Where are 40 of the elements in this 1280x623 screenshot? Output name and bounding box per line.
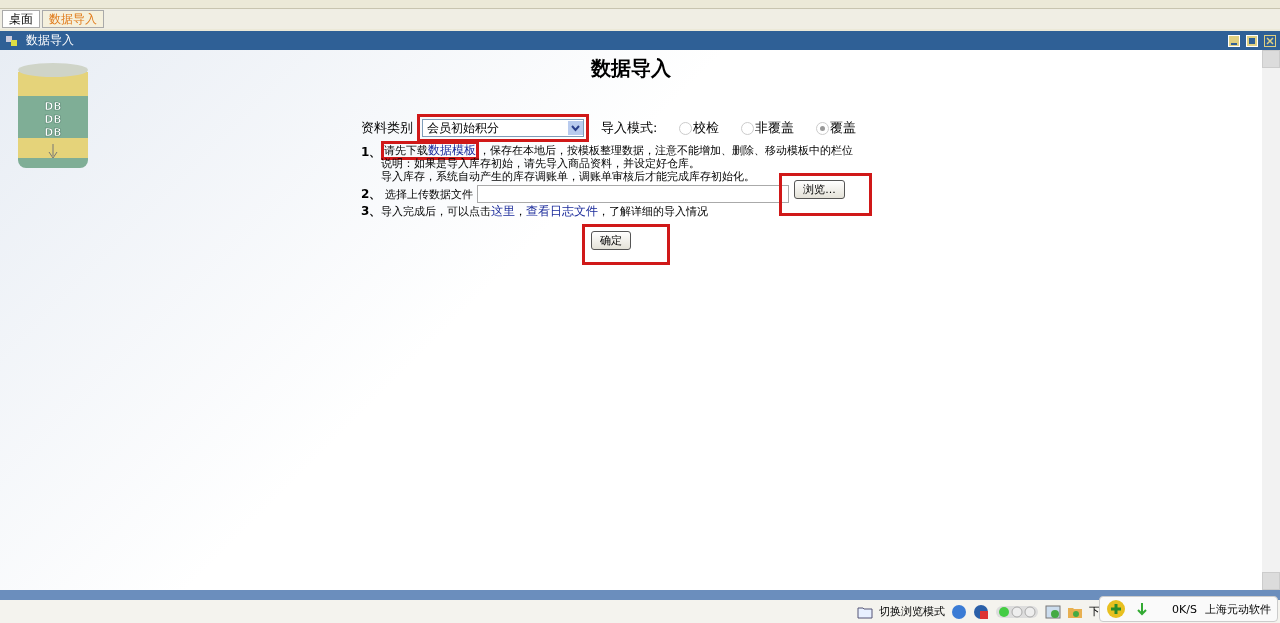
mode-radio[interactable]: 非覆盖 (741, 119, 795, 137)
status-text: 下 (1089, 604, 1100, 619)
category-label: 资料类别 (361, 119, 413, 137)
confirm-button[interactable]: 确定 (591, 231, 631, 250)
close-icon[interactable] (1264, 34, 1276, 47)
minimize-icon[interactable] (1228, 34, 1240, 47)
window-icon[interactable] (1045, 603, 1061, 620)
log-file-link[interactable]: 查看日志文件 (526, 203, 599, 220)
mode-radio[interactable]: 覆盖 (816, 119, 857, 137)
radio-button[interactable] (741, 121, 755, 135)
mode-radio[interactable]: 校检 (679, 119, 720, 137)
browse-mode-text[interactable]: 切换浏览模式 (879, 604, 945, 619)
caret-icon (568, 121, 583, 135)
category-select[interactable]: 会员初始积分 (422, 119, 584, 137)
instruction-text: 请先下载 (384, 144, 429, 157)
window-title: 数据导入 (26, 32, 75, 49)
template-link[interactable]: 数据模板 (428, 144, 477, 157)
here-link[interactable]: 这里 (491, 203, 516, 220)
mode-label: 导入模式: (601, 119, 658, 137)
company-text: 上海元动软件 (1205, 601, 1271, 617)
toggle-icon[interactable] (995, 603, 1039, 620)
separator-text: ， (515, 204, 527, 219)
browse-button[interactable]: 浏览... (794, 179, 845, 199)
radio-button[interactable] (679, 121, 693, 135)
plus-icon[interactable] (1106, 599, 1127, 619)
instruction-text: ，了解详细的导入情况 (598, 204, 709, 219)
maximize-icon[interactable] (1246, 34, 1258, 47)
page-heading: 数据导入 (591, 55, 671, 82)
speed-text: 0K/S (1172, 602, 1197, 616)
instruction-text: ，保存在本地后，按模板整理数据，注意不能增加、删除、移动模板中的栏位 (479, 144, 854, 157)
instruction-text: 导入完成后，可以点击 (381, 204, 492, 219)
radio-button[interactable] (816, 121, 830, 135)
note-text: 说明：如果是导入库存初始，请先导入商品资料，并设定好仓库。 (381, 157, 702, 170)
step-number: 3、 (361, 203, 382, 220)
step-number: 1、 (361, 144, 382, 159)
tab[interactable]: 桌面 (2, 10, 40, 28)
file-input-field[interactable] (477, 185, 790, 203)
step-number: 2、 (361, 185, 382, 203)
note-text: 导入库存，系统自动产生的库存调账单，调账单审核后才能完成库存初始化。 (381, 170, 757, 183)
upload-label: 选择上传数据文件 (385, 186, 474, 202)
